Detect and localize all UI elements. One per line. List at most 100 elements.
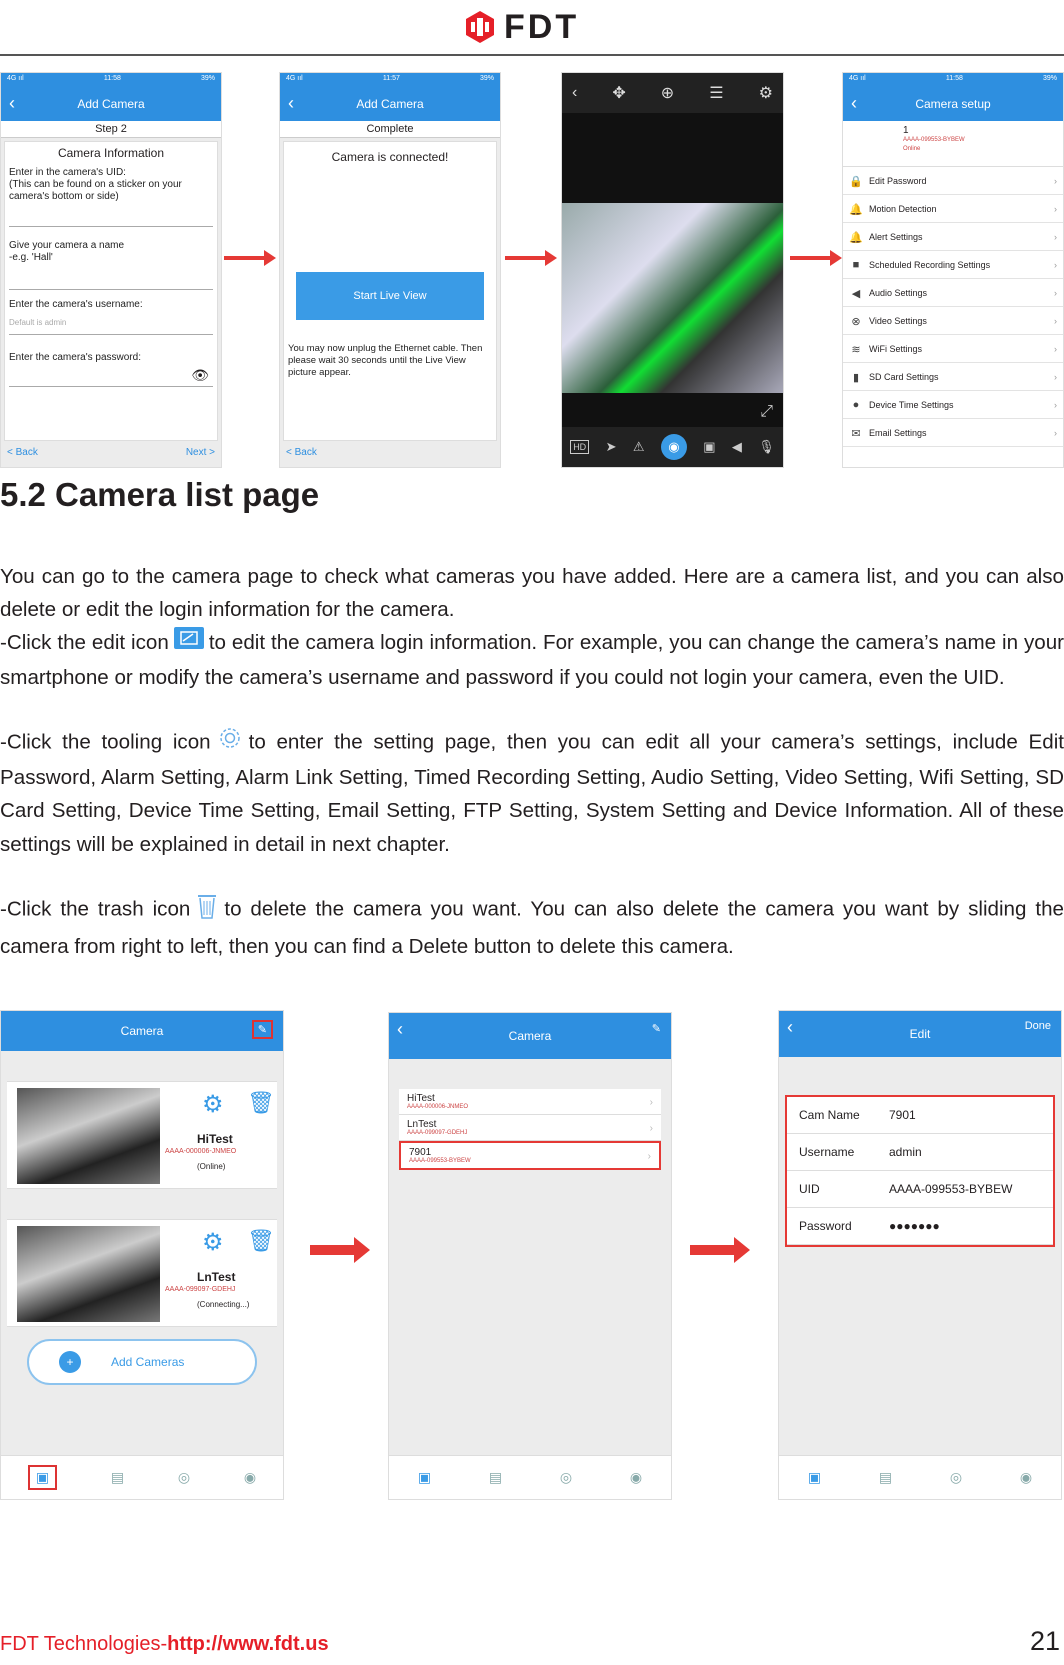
snapshot-icon[interactable]: ◉ [660, 434, 687, 460]
ptz-icon[interactable]: ✥ [612, 83, 625, 103]
compact-camera-list: HiTest AAAA-000006-JNMEO › LnTest AAAA-09909… [389, 1089, 671, 1170]
password-input[interactable] [9, 386, 213, 387]
flow-arrow [505, 250, 557, 266]
list-item[interactable]: LnTest AAAA-099097-GDEHJ › [399, 1115, 661, 1141]
settings-item[interactable]: ⊗ Video Settings › [843, 307, 1063, 335]
list-item[interactable]: 7901 AAAA-099553-BYBEW › [399, 1141, 661, 1170]
camera-uid: AAAA-099553-BYBEW [409, 1158, 471, 1164]
trash-text-before: -Click the trash icon [0, 897, 191, 921]
next-button[interactable]: Next > [186, 447, 215, 458]
tab-playback[interactable]: ◎ [178, 1469, 190, 1486]
tab-playback[interactable]: ◎ [560, 1469, 572, 1486]
camera-card[interactable]: ⚙ 🗑 LnTest AAAA-099097-GDEHJ (Connecting… [7, 1219, 277, 1327]
unplug-note: You may now unplug the Ethernet cable. T… [288, 343, 483, 378]
camera-card[interactable]: ⚙ 🗑 HiTest AAAA-000006-JNMEO (Online) [7, 1081, 277, 1189]
edit-camera-screen: ‹ Edit Done Cam Name 7901 Username admin UID AA… [778, 1010, 1062, 1500]
header-rule [0, 54, 1064, 56]
flow-arrow [690, 1237, 750, 1263]
tooling-text-before: -Click the tooling icon [0, 730, 211, 754]
chevron-right-icon: › [1054, 287, 1057, 298]
talk-icon[interactable]: ➤ [606, 439, 617, 455]
tab-about[interactable]: ◉ [630, 1469, 642, 1486]
back-icon[interactable]: ‹ [397, 1019, 403, 1040]
screen-title: Add Camera [77, 97, 145, 111]
edit-list-icon[interactable]: ✎ [652, 1022, 661, 1035]
add-cameras-label: Add Cameras [111, 1355, 185, 1369]
back-icon[interactable]: ‹ [9, 93, 15, 114]
settings-item[interactable]: ≋ WiFi Settings › [843, 335, 1063, 363]
back-icon[interactable]: ‹ [572, 84, 577, 102]
fdt-logo-icon [466, 11, 494, 43]
tab-cloud[interactable]: ▤ [489, 1469, 502, 1486]
list-item[interactable]: HiTest AAAA-000006-JNMEO › [399, 1089, 661, 1115]
settings-item[interactable]: 🔒 Edit Password › [843, 167, 1063, 195]
record-icon[interactable]: ▣ [703, 439, 715, 455]
camera-info-card: Camera Information Enter in the camera's… [4, 141, 218, 441]
company-url[interactable]: http://www.fdt.us [167, 1633, 328, 1655]
slider-icon[interactable]: ☰ [709, 83, 723, 103]
mic-icon[interactable]: 🎙 [758, 439, 775, 455]
camera-thumbnail[interactable] [17, 1088, 160, 1184]
name-input[interactable] [9, 289, 213, 290]
screen-title: Camera setup [915, 97, 991, 111]
hd-button[interactable]: HD [570, 440, 590, 454]
chevron-right-icon: › [1054, 175, 1057, 186]
edit-text-before: -Click the edit icon [0, 631, 169, 654]
back-icon[interactable]: ‹ [288, 93, 294, 114]
field-input[interactable]: admin [889, 1145, 922, 1159]
settings-item[interactable]: ◀ Audio Settings › [843, 279, 1063, 307]
status-time: 11:57 [382, 75, 400, 82]
expand-icon[interactable]: ⤢ [760, 403, 773, 421]
uid-input[interactable] [9, 226, 213, 227]
field-label: Username [799, 1145, 855, 1159]
tab-cloud[interactable]: ▤ [879, 1469, 892, 1486]
back-button[interactable]: < Back [7, 447, 38, 458]
trash-icon[interactable]: 🗑 [247, 1228, 275, 1254]
chevron-right-icon: › [1054, 203, 1057, 214]
tab-about[interactable]: ◉ [1020, 1469, 1032, 1486]
field-input[interactable]: AAAA-099553-BYBEW [889, 1182, 1012, 1196]
camera-name: HiTest [197, 1132, 233, 1146]
logo-text: FDT [504, 7, 580, 46]
section-title: Camera Information [57, 146, 165, 160]
tab-about[interactable]: ◉ [244, 1469, 256, 1486]
add-cameras-button[interactable]: + Add Cameras [27, 1339, 257, 1385]
start-live-view-button[interactable]: Start Live View [296, 272, 484, 320]
tab-camera[interactable]: ▣ [808, 1469, 821, 1486]
gear-icon[interactable]: ⚙ [759, 83, 773, 103]
gear-icon[interactable]: ⚙ [202, 1090, 224, 1119]
settings-item[interactable]: ● Device Time Settings › [843, 391, 1063, 419]
page-number: 21 [1029, 1626, 1060, 1656]
edit-list-icon[interactable]: ✎ [251, 1020, 273, 1039]
username-input[interactable]: Default is admin [5, 314, 217, 332]
tab-camera[interactable]: ▣ [27, 1465, 58, 1490]
speaker-icon[interactable]: ◀ [732, 439, 742, 455]
tab-playback[interactable]: ◎ [950, 1469, 962, 1486]
username-label: Enter the camera's username: [9, 299, 143, 310]
eye-icon[interactable]: 👁 [5, 367, 217, 384]
field-input[interactable]: ●●●●●●● [889, 1219, 940, 1233]
settings-item[interactable]: ✉ Email Settings › [843, 419, 1063, 447]
trash-icon[interactable]: 🗑 [247, 1090, 275, 1116]
settings-item[interactable]: 🔔 Motion Detection › [843, 195, 1063, 223]
back-icon[interactable]: ‹ [851, 93, 857, 114]
back-button[interactable]: < Back [286, 447, 317, 458]
chevron-right-icon: › [1054, 371, 1057, 382]
done-button[interactable]: Done [1025, 1020, 1051, 1032]
camera-setup-screen: 4G ııl 11:58 39% ‹ Camera setup 1 AAAA-0995… [842, 72, 1064, 468]
settings-item-label: SD Card Settings [869, 371, 939, 382]
gear-icon[interactable]: ⚙ [202, 1228, 224, 1257]
back-icon[interactable]: ‹ [787, 1017, 793, 1038]
settings-item[interactable]: ■ Scheduled Recording Settings › [843, 251, 1063, 279]
field-input[interactable]: 7901 [889, 1108, 916, 1122]
settings-item[interactable]: ▮ SD Card Settings › [843, 363, 1063, 391]
alarm-icon[interactable]: ⚠ [633, 439, 645, 455]
tab-cloud[interactable]: ▤ [111, 1469, 124, 1486]
zoom-icon[interactable]: ⊕ [661, 83, 674, 103]
camera-thumbnail[interactable] [17, 1226, 160, 1322]
tab-bar: ▣ ▤ ◎ ◉ [1, 1455, 283, 1499]
settings-item[interactable]: 🔔 Alert Settings › [843, 223, 1063, 251]
tab-camera[interactable]: ▣ [418, 1469, 431, 1486]
tab-bar: ▣ ▤ ◎ ◉ [389, 1455, 671, 1499]
sdcard-icon: ▮ [852, 371, 860, 384]
